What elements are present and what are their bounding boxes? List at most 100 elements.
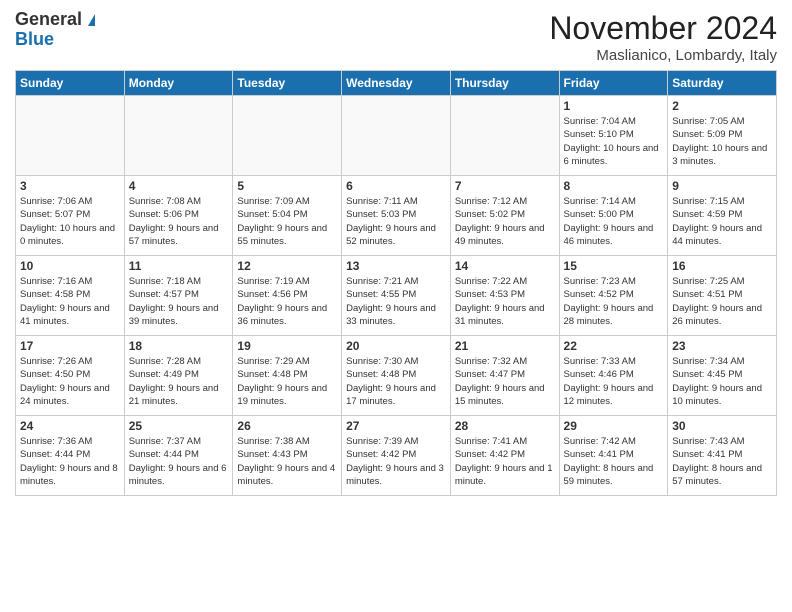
calendar-cell [124,96,233,176]
calendar-cell [233,96,342,176]
calendar-cell [450,96,559,176]
day-number: 12 [237,259,337,273]
day-info: Sunrise: 7:32 AM Sunset: 4:47 PM Dayligh… [455,355,555,408]
calendar-cell: 26 Sunrise: 7:38 AM Sunset: 4:43 PM Dayli… [233,416,342,496]
day-of-week-header: Sunday [16,71,125,96]
day-info: Sunrise: 7:42 AM Sunset: 4:41 PM Dayligh… [564,435,664,488]
logo: General Blue [15,10,95,50]
day-of-week-header: Monday [124,71,233,96]
day-info: Sunrise: 7:14 AM Sunset: 5:00 PM Dayligh… [564,195,664,248]
calendar-cell: 20 Sunrise: 7:30 AM Sunset: 4:48 PM Dayli… [342,336,451,416]
day-number: 11 [129,259,229,273]
day-info: Sunrise: 7:23 AM Sunset: 4:52 PM Dayligh… [564,275,664,328]
calendar-cell: 10 Sunrise: 7:16 AM Sunset: 4:58 PM Dayli… [16,256,125,336]
day-of-week-header: Saturday [668,71,777,96]
calendar-cell: 27Sunrise: 7:39 AM Sunset: 4:42 PM Dayli… [342,416,451,496]
day-of-week-header: Thursday [450,71,559,96]
day-of-week-header: Friday [559,71,668,96]
day-info: Sunrise: 7:28 AM Sunset: 4:49 PM Dayligh… [129,355,229,408]
day-number: 7 [455,179,555,193]
day-number: 10 [20,259,120,273]
calendar-cell: 18Sunrise: 7:28 AM Sunset: 4:49 PM Dayli… [124,336,233,416]
day-number: 5 [237,179,337,193]
calendar-cell: 11 Sunrise: 7:18 AM Sunset: 4:57 PM Dayli… [124,256,233,336]
calendar-week-row: 3 Sunrise: 7:06 AM Sunset: 5:07 PM Daylig… [16,176,777,256]
calendar-cell: 2Sunrise: 7:05 AM Sunset: 5:09 PM Daylig… [668,96,777,176]
calendar-cell: 5 Sunrise: 7:09 AM Sunset: 5:04 PM Daylig… [233,176,342,256]
day-number: 23 [672,339,772,353]
day-info: Sunrise: 7:06 AM Sunset: 5:07 PM Dayligh… [20,195,120,248]
day-number: 24 [20,419,120,433]
calendar-cell: 25Sunrise: 7:37 AM Sunset: 4:44 PM Dayli… [124,416,233,496]
calendar-cell: 8 Sunrise: 7:14 AM Sunset: 5:00 PM Daylig… [559,176,668,256]
calendar-cell: 17 Sunrise: 7:26 AM Sunset: 4:50 PM Dayli… [16,336,125,416]
location: Maslianico, Lombardy, Italy [549,47,777,64]
calendar-cell: 15 Sunrise: 7:23 AM Sunset: 4:52 PM Dayli… [559,256,668,336]
calendar-week-row: 10 Sunrise: 7:16 AM Sunset: 4:58 PM Dayli… [16,256,777,336]
day-of-week-header: Tuesday [233,71,342,96]
day-number: 14 [455,259,555,273]
day-info: Sunrise: 7:19 AM Sunset: 4:56 PM Dayligh… [237,275,337,328]
day-of-week-header: Wednesday [342,71,451,96]
title-block: November 2024 Maslianico, Lombardy, Ital… [549,10,777,64]
calendar-cell: 9Sunrise: 7:15 AM Sunset: 4:59 PM Daylig… [668,176,777,256]
day-info: Sunrise: 7:12 AM Sunset: 5:02 PM Dayligh… [455,195,555,248]
calendar-cell: 12 Sunrise: 7:19 AM Sunset: 4:56 PM Dayli… [233,256,342,336]
day-info: Sunrise: 7:22 AM Sunset: 4:53 PM Dayligh… [455,275,555,328]
month-title: November 2024 [549,10,777,47]
day-info: Sunrise: 7:04 AM Sunset: 5:10 PM Dayligh… [564,115,664,168]
logo-blue-text: Blue [15,30,95,50]
day-number: 30 [672,419,772,433]
header: General Blue November 2024 Maslianico, L… [15,10,777,64]
calendar-cell: 29 Sunrise: 7:42 AM Sunset: 4:41 PM Dayli… [559,416,668,496]
day-info: Sunrise: 7:33 AM Sunset: 4:46 PM Dayligh… [564,355,664,408]
day-number: 28 [455,419,555,433]
calendar-cell: 16Sunrise: 7:25 AM Sunset: 4:51 PM Dayli… [668,256,777,336]
calendar-week-row: 17 Sunrise: 7:26 AM Sunset: 4:50 PM Dayli… [16,336,777,416]
calendar-week-row: 24 Sunrise: 7:36 AM Sunset: 4:44 PM Dayli… [16,416,777,496]
calendar-cell: 14 Sunrise: 7:22 AM Sunset: 4:53 PM Dayli… [450,256,559,336]
calendar-cell: 3 Sunrise: 7:06 AM Sunset: 5:07 PM Daylig… [16,176,125,256]
calendar-cell: 1 Sunrise: 7:04 AM Sunset: 5:10 PM Daylig… [559,96,668,176]
calendar-cell: 28 Sunrise: 7:41 AM Sunset: 4:42 PM Dayli… [450,416,559,496]
calendar-header-row: SundayMondayTuesdayWednesdayThursdayFrid… [16,71,777,96]
calendar-cell [16,96,125,176]
day-info: Sunrise: 7:43 AM Sunset: 4:41 PM Dayligh… [672,435,772,488]
calendar-cell: 4Sunrise: 7:08 AM Sunset: 5:06 PM Daylig… [124,176,233,256]
day-number: 22 [564,339,664,353]
day-info: Sunrise: 7:30 AM Sunset: 4:48 PM Dayligh… [346,355,446,408]
day-number: 21 [455,339,555,353]
day-info: Sunrise: 7:11 AM Sunset: 5:03 PM Dayligh… [346,195,446,248]
day-info: Sunrise: 7:41 AM Sunset: 4:42 PM Dayligh… [455,435,555,488]
day-number: 26 [237,419,337,433]
calendar-week-row: 1 Sunrise: 7:04 AM Sunset: 5:10 PM Daylig… [16,96,777,176]
day-info: Sunrise: 7:38 AM Sunset: 4:43 PM Dayligh… [237,435,337,488]
calendar-cell: 24 Sunrise: 7:36 AM Sunset: 4:44 PM Dayli… [16,416,125,496]
calendar-cell: 7 Sunrise: 7:12 AM Sunset: 5:02 PM Daylig… [450,176,559,256]
day-number: 3 [20,179,120,193]
day-info: Sunrise: 7:29 AM Sunset: 4:48 PM Dayligh… [237,355,337,408]
calendar-cell: 23 Sunrise: 7:34 AM Sunset: 4:45 PM Dayli… [668,336,777,416]
day-info: Sunrise: 7:16 AM Sunset: 4:58 PM Dayligh… [20,275,120,328]
day-info: Sunrise: 7:26 AM Sunset: 4:50 PM Dayligh… [20,355,120,408]
day-number: 8 [564,179,664,193]
day-info: Sunrise: 7:18 AM Sunset: 4:57 PM Dayligh… [129,275,229,328]
day-number: 17 [20,339,120,353]
calendar-table: SundayMondayTuesdayWednesdayThursdayFrid… [15,70,777,496]
day-info: Sunrise: 7:05 AM Sunset: 5:09 PM Dayligh… [672,115,772,168]
day-info: Sunrise: 7:36 AM Sunset: 4:44 PM Dayligh… [20,435,120,488]
calendar-cell: 30 Sunrise: 7:43 AM Sunset: 4:41 PM Dayli… [668,416,777,496]
day-number: 1 [564,99,664,113]
day-info: Sunrise: 7:15 AM Sunset: 4:59 PM Dayligh… [672,195,772,248]
day-number: 13 [346,259,446,273]
day-number: 15 [564,259,664,273]
day-info: Sunrise: 7:09 AM Sunset: 5:04 PM Dayligh… [237,195,337,248]
page-container: General Blue November 2024 Maslianico, L… [0,0,792,501]
day-info: Sunrise: 7:34 AM Sunset: 4:45 PM Dayligh… [672,355,772,408]
day-number: 20 [346,339,446,353]
calendar-cell: 6Sunrise: 7:11 AM Sunset: 5:03 PM Daylig… [342,176,451,256]
day-info: Sunrise: 7:39 AM Sunset: 4:42 PM Dayligh… [346,435,446,488]
day-info: Sunrise: 7:21 AM Sunset: 4:55 PM Dayligh… [346,275,446,328]
day-number: 25 [129,419,229,433]
day-number: 29 [564,419,664,433]
